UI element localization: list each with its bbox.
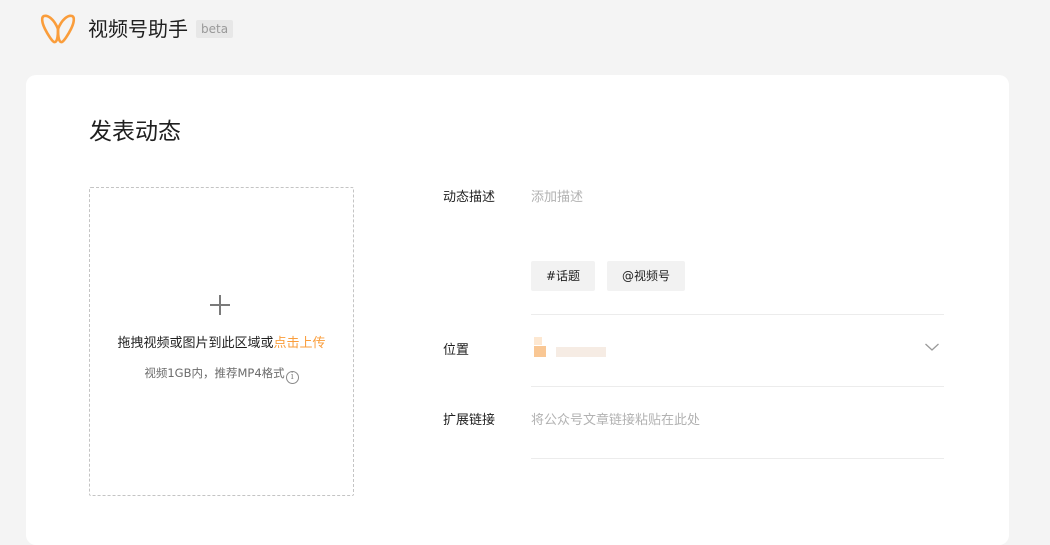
media-upload-dropzone[interactable]: 拖拽视频或图片到此区域或点击上传 视频1GB内，推荐MP4格式 i (89, 187, 354, 496)
blurred-location-text (556, 347, 606, 357)
upload-requirements: 视频1GB内，推荐MP4格式 i (90, 365, 353, 384)
divider (531, 458, 944, 459)
topic-tag-button[interactable]: #话题 (531, 261, 596, 291)
plus-icon[interactable] (210, 295, 230, 315)
post-form-card: 发表动态 拖拽视频或图片到此区域或点击上传 视频1GB内，推荐MP4格式 i 动态… (26, 75, 1009, 545)
divider (531, 386, 944, 387)
upload-hint-text: 拖拽视频或图片到此区域或 (117, 336, 274, 351)
info-icon[interactable]: i (285, 371, 299, 384)
page-title: 发表动态 (89, 119, 181, 145)
blurred-location-text (534, 346, 546, 357)
description-label: 动态描述 (443, 190, 496, 205)
top-header: 视频号助手 beta (0, 0, 1050, 60)
blurred-location-text (534, 337, 542, 345)
click-upload-link[interactable]: 点击上传 (274, 336, 326, 351)
upload-hint: 拖拽视频或图片到此区域或点击上传 (90, 335, 353, 353)
beta-badge: beta (196, 20, 234, 38)
location-select-value[interactable] (531, 334, 611, 358)
mention-account-button[interactable]: @视频号 (607, 261, 686, 291)
extended-link-label: 扩展链接 (443, 413, 496, 428)
chevron-down-icon[interactable] (924, 342, 940, 352)
butterfly-logo-icon[interactable] (40, 13, 76, 45)
app-title: 视频号助手 (88, 17, 188, 41)
extended-link-input[interactable] (531, 412, 941, 430)
location-label: 位置 (443, 343, 470, 358)
description-input[interactable] (531, 189, 941, 207)
divider (531, 314, 944, 315)
upload-requirements-text: 视频1GB内，推荐MP4格式 (144, 366, 285, 380)
